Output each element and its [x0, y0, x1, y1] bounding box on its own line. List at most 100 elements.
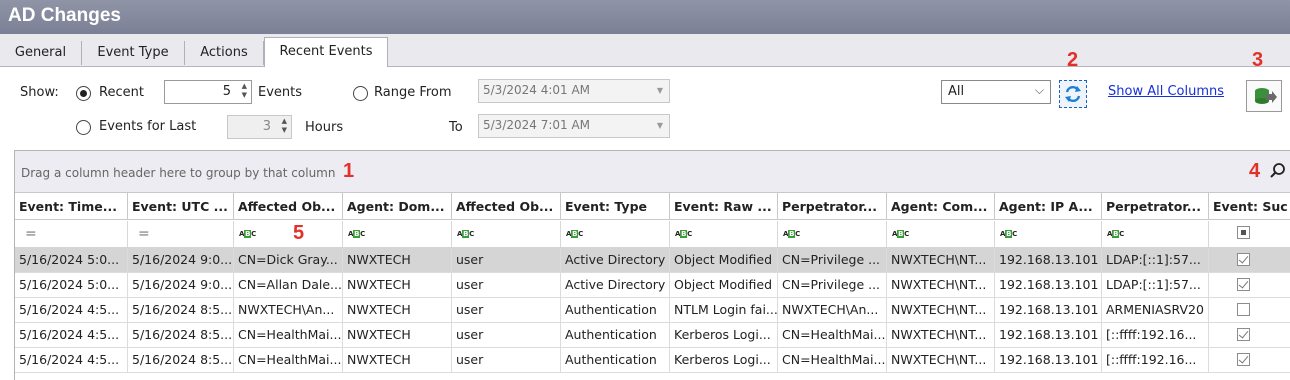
- table-cell: CN=Allan Dale...: [234, 273, 343, 297]
- events-grid: Drag a column header here to group by th…: [14, 150, 1290, 380]
- success-cell: [1209, 298, 1290, 322]
- column-filter-cell[interactable]: [1209, 221, 1290, 247]
- text-filter-icon: ABC: [783, 230, 801, 238]
- group-by-panel[interactable]: Drag a column header here to group by th…: [15, 151, 1290, 192]
- table-cell: CN=HealthMai...: [234, 348, 343, 372]
- column-header[interactable]: Event: Raw ...: [670, 192, 778, 220]
- table-cell: user: [452, 298, 561, 322]
- show-all-columns-link[interactable]: Show All Columns: [1108, 84, 1224, 99]
- table-cell: 5/16/2024 5:0...: [15, 273, 128, 297]
- spinner-arrows-icon[interactable]: ▲ ▼: [282, 117, 287, 135]
- column-header[interactable]: Event: Time...: [15, 192, 128, 220]
- column-filter-cell[interactable]: ABC: [561, 221, 670, 247]
- table-cell: Active Directory: [561, 273, 670, 297]
- success-checkbox[interactable]: [1237, 303, 1250, 316]
- success-checkbox[interactable]: [1237, 353, 1250, 366]
- table-row[interactable]: 5/16/2024 4:5... 5/16/2024 8:5... NWXTECH\…: [15, 298, 1290, 323]
- table-cell: Object Modified: [670, 273, 778, 297]
- table-cell: CN=HealthMai...: [778, 348, 887, 372]
- table-cell: 5/16/2024 9:0...: [128, 248, 234, 272]
- scope-select[interactable]: All ⌵: [941, 80, 1051, 104]
- column-filter-cell[interactable]: ABC: [343, 221, 452, 247]
- table-cell: NWXTECH\NT...: [887, 348, 995, 372]
- column-filter-cell[interactable]: ABC: [778, 221, 887, 247]
- scope-value: All: [948, 84, 965, 99]
- spinner-arrows-icon[interactable]: ▲ ▼: [242, 82, 247, 100]
- events-for-last-radio[interactable]: [76, 120, 91, 135]
- chevron-down-icon[interactable]: ▼: [657, 86, 663, 95]
- table-cell: CN=Dick Gray...: [234, 248, 343, 272]
- table-cell: user: [452, 273, 561, 297]
- column-filter-cell[interactable]: =: [128, 221, 234, 247]
- column-header[interactable]: Perpetrator...: [778, 192, 887, 220]
- annotation-3: 3: [1252, 49, 1264, 71]
- table-cell: LDAP:[::1]:57...: [1102, 248, 1209, 272]
- column-filter-cell[interactable]: ABC: [995, 221, 1102, 247]
- table-cell: NWXTECH\NT...: [887, 323, 995, 347]
- refresh-button[interactable]: [1059, 80, 1087, 108]
- table-row[interactable]: 5/16/2024 4:5... 5/16/2024 8:5... CN=Healt…: [15, 348, 1290, 373]
- tab-general[interactable]: General: [0, 41, 82, 65]
- search-icon[interactable]: [1269, 162, 1287, 180]
- column-header[interactable]: Event: UTC ...: [128, 192, 234, 220]
- text-filter-icon: ABC: [457, 230, 475, 238]
- equals-filter-icon: =: [138, 226, 150, 242]
- column-filter-cell[interactable]: ABC: [234, 221, 343, 247]
- column-filter-cell[interactable]: =: [15, 221, 128, 247]
- annotation-5: 5: [293, 222, 305, 244]
- range-from-picker[interactable]: 5/3/2024 4:01 AM ▼: [478, 79, 670, 103]
- title-bar: AD Changes: [0, 0, 1290, 34]
- column-header[interactable]: Event: Suc: [1209, 192, 1290, 220]
- column-header[interactable]: Agent: Dom...: [343, 192, 452, 220]
- hours-value: 3: [262, 119, 271, 134]
- column-filter-cell[interactable]: ABC: [670, 221, 778, 247]
- table-cell: Kerberos Logi...: [670, 323, 778, 347]
- success-cell: [1209, 248, 1290, 272]
- recent-label: Recent: [99, 85, 144, 100]
- table-cell: 192.168.13.101: [995, 348, 1102, 372]
- column-header[interactable]: Affected Ob...: [234, 192, 343, 220]
- table-cell: NWXTECH: [343, 348, 452, 372]
- table-cell: Authentication: [561, 298, 670, 322]
- annotation-4: 4: [1249, 160, 1261, 182]
- success-checkbox[interactable]: [1237, 328, 1250, 341]
- recent-radio[interactable]: [76, 86, 91, 101]
- success-filter-checkbox[interactable]: [1237, 226, 1250, 239]
- chevron-down-icon[interactable]: ▼: [657, 121, 663, 130]
- text-filter-icon: ABC: [1107, 230, 1125, 238]
- table-cell: 5/16/2024 4:5...: [15, 323, 128, 347]
- annotation-1: 1: [343, 160, 355, 182]
- table-row[interactable]: 5/16/2024 4:5... 5/16/2024 8:5... CN=Healt…: [15, 323, 1290, 348]
- refresh-icon: [1065, 85, 1081, 103]
- export-button[interactable]: [1246, 80, 1282, 112]
- table-row[interactable]: 5/16/2024 5:0... 5/16/2024 9:0... CN=Dick …: [15, 248, 1290, 273]
- tab-event-type[interactable]: Event Type: [82, 41, 185, 65]
- table-cell: Active Directory: [561, 248, 670, 272]
- success-checkbox[interactable]: [1237, 253, 1250, 266]
- range-to-value: 5/3/2024 7:01 AM: [483, 118, 591, 132]
- column-header[interactable]: Agent: IP A...: [995, 192, 1102, 220]
- recent-count-value: 5: [222, 84, 231, 99]
- recent-count-stepper[interactable]: 5 ▲ ▼: [164, 80, 252, 104]
- range-from-radio[interactable]: [353, 86, 368, 101]
- window-title: AD Changes: [8, 5, 121, 26]
- table-cell: 192.168.13.101: [995, 298, 1102, 322]
- column-header[interactable]: Agent: Com...: [887, 192, 995, 220]
- column-header[interactable]: Affected Ob...: [452, 192, 561, 220]
- column-header[interactable]: Event: Type: [561, 192, 670, 220]
- range-from-value: 5/3/2024 4:01 AM: [483, 83, 591, 97]
- table-row[interactable]: 5/16/2024 5:0... 5/16/2024 9:0... CN=Allan…: [15, 273, 1290, 298]
- column-filter-cell[interactable]: ABC: [452, 221, 561, 247]
- column-filter-cell[interactable]: ABC: [887, 221, 995, 247]
- column-filter-cell[interactable]: ABC: [1102, 221, 1209, 247]
- table-cell: NWXTECH: [343, 323, 452, 347]
- table-cell: 5/16/2024 5:0...: [15, 248, 128, 272]
- tab-recent-events[interactable]: Recent Events: [264, 37, 388, 67]
- table-cell: 192.168.13.101: [995, 273, 1102, 297]
- chevron-down-icon[interactable]: ⌵: [1035, 83, 1044, 98]
- column-header[interactable]: Perpetrator...: [1102, 192, 1209, 220]
- hours-stepper[interactable]: 3 ▲ ▼: [227, 115, 292, 139]
- success-checkbox[interactable]: [1237, 278, 1250, 291]
- tab-actions[interactable]: Actions: [185, 41, 264, 65]
- range-to-picker[interactable]: 5/3/2024 7:01 AM ▼: [478, 114, 670, 138]
